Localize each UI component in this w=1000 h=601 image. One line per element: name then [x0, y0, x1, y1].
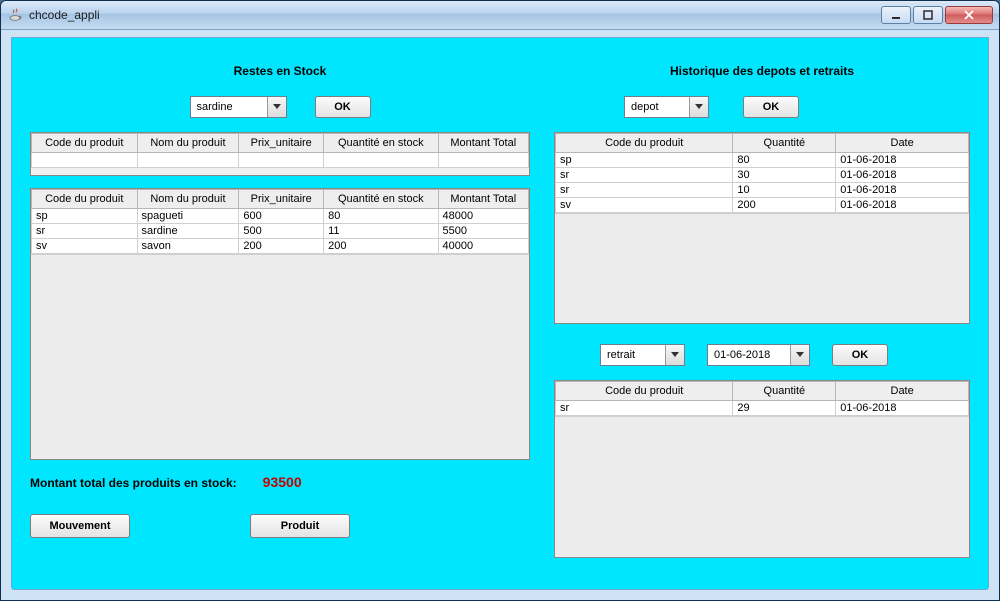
depot-history-table[interactable]: Code du produitQuantitéDate sp8001-06-20…: [554, 132, 970, 324]
maximize-button[interactable]: [913, 6, 943, 24]
history-title: Historique des depots et retraits: [554, 64, 970, 78]
column-header[interactable]: Montant Total: [438, 190, 529, 209]
table-cell[interactable]: 200: [239, 239, 324, 254]
table-row[interactable]: spspagueti6008048000: [32, 209, 529, 224]
table-cell[interactable]: sv: [556, 198, 733, 213]
table-cell[interactable]: 40000: [438, 239, 529, 254]
column-header[interactable]: Quantité en stock: [324, 134, 438, 153]
table-cell[interactable]: 500: [239, 224, 324, 239]
column-header[interactable]: Quantité: [733, 382, 836, 401]
depot-retrait-select-bottom-value: retrait: [601, 345, 665, 365]
table-cell[interactable]: sr: [556, 168, 733, 183]
history-top-ok-button[interactable]: OK: [743, 96, 799, 118]
date-select-value: 01-06-2018: [708, 345, 790, 365]
column-header[interactable]: Prix_unitaire: [239, 134, 324, 153]
table-cell[interactable]: 600: [239, 209, 324, 224]
chevron-down-icon: [689, 97, 708, 117]
column-header[interactable]: Date: [836, 382, 969, 401]
chevron-down-icon: [790, 345, 809, 365]
table-cell[interactable]: 30: [733, 168, 836, 183]
stock-filter-result-table[interactable]: Code du produitNom du produitPrix_unitai…: [30, 132, 530, 176]
stock-table[interactable]: Code du produitNom du produitPrix_unitai…: [30, 188, 530, 460]
retrait-history-table[interactable]: Code du produitQuantitéDate sr2901-06-20…: [554, 380, 970, 558]
table-cell[interactable]: sardine: [137, 224, 239, 239]
table-cell[interactable]: 200: [324, 239, 438, 254]
history-bottom-ok-button[interactable]: OK: [832, 344, 888, 366]
table-cell[interactable]: 48000: [438, 209, 529, 224]
column-header[interactable]: Code du produit: [32, 190, 138, 209]
column-header[interactable]: Quantité: [733, 134, 836, 153]
table-row[interactable]: sp8001-06-2018: [556, 153, 969, 168]
client-area: Restes en Stock sardine OK Code du prod: [11, 37, 989, 590]
window-title: chcode_appli: [29, 8, 881, 22]
close-icon: [963, 10, 975, 20]
table-row[interactable]: srsardine500115500: [32, 224, 529, 239]
minimize-button[interactable]: [881, 6, 911, 24]
minimize-icon: [891, 10, 901, 20]
table-cell[interactable]: 29: [733, 401, 836, 416]
column-header[interactable]: Nom du produit: [137, 190, 239, 209]
table-row[interactable]: sr3001-06-2018: [556, 168, 969, 183]
table-cell[interactable]: spagueti: [137, 209, 239, 224]
depot-retrait-select-top[interactable]: depot: [624, 96, 709, 118]
column-header[interactable]: Code du produit: [32, 134, 138, 153]
table-cell[interactable]: 11: [324, 224, 438, 239]
produit-button[interactable]: Produit: [250, 514, 350, 538]
column-header[interactable]: Nom du produit: [137, 134, 239, 153]
history-bottom-controls: retrait 01-06-2018 OK: [554, 344, 970, 366]
stock-filter-row: sardine OK: [30, 96, 530, 118]
chevron-down-icon: [665, 345, 684, 365]
column-header[interactable]: Prix_unitaire: [239, 190, 324, 209]
java-cup-icon: [7, 7, 23, 23]
stock-total-label: Montant total des produits en stock:: [30, 476, 237, 490]
table-cell[interactable]: 5500: [438, 224, 529, 239]
table-cell[interactable]: 01-06-2018: [836, 168, 969, 183]
table-cell[interactable]: 01-06-2018: [836, 401, 969, 416]
column-header[interactable]: Quantité en stock: [324, 190, 438, 209]
depot-retrait-select-top-value: depot: [625, 97, 689, 117]
table-cell[interactable]: 80: [733, 153, 836, 168]
titlebar[interactable]: chcode_appli: [1, 1, 999, 30]
history-top-controls: depot OK: [554, 96, 970, 118]
table-cell[interactable]: sv: [32, 239, 138, 254]
table-cell[interactable]: sr: [556, 183, 733, 198]
table-cell[interactable]: 01-06-2018: [836, 183, 969, 198]
table-cell[interactable]: savon: [137, 239, 239, 254]
table-cell[interactable]: 01-06-2018: [836, 198, 969, 213]
column-header[interactable]: Montant Total: [438, 134, 529, 153]
mouvement-button[interactable]: Mouvement: [30, 514, 130, 538]
date-select[interactable]: 01-06-2018: [707, 344, 810, 366]
product-select[interactable]: sardine: [190, 96, 287, 118]
table-row[interactable]: sr2901-06-2018: [556, 401, 969, 416]
table-cell[interactable]: sp: [556, 153, 733, 168]
depot-retrait-select-bottom[interactable]: retrait: [600, 344, 685, 366]
table-row[interactable]: sr1001-06-2018: [556, 183, 969, 198]
table-cell[interactable]: 200: [733, 198, 836, 213]
table-cell[interactable]: 80: [324, 209, 438, 224]
chevron-down-icon: [267, 97, 286, 117]
column-header[interactable]: Code du produit: [556, 134, 733, 153]
product-select-value: sardine: [191, 97, 267, 117]
stock-ok-button[interactable]: OK: [315, 96, 371, 118]
column-header[interactable]: Date: [836, 134, 969, 153]
stock-title: Restes en Stock: [30, 64, 530, 78]
table-cell[interactable]: sr: [32, 224, 138, 239]
window-frame: chcode_appli Restes en Stock: [0, 0, 1000, 601]
table-row[interactable]: svsavon20020040000: [32, 239, 529, 254]
close-button[interactable]: [945, 6, 993, 24]
table-row[interactable]: sv20001-06-2018: [556, 198, 969, 213]
column-header[interactable]: Code du produit: [556, 382, 733, 401]
table-cell[interactable]: sp: [32, 209, 138, 224]
window-control-buttons: [881, 6, 993, 24]
maximize-icon: [923, 10, 933, 20]
bottom-button-row: Mouvement Produit: [30, 514, 530, 538]
table-cell[interactable]: sr: [556, 401, 733, 416]
stock-total-row: Montant total des produits en stock: 935…: [30, 474, 530, 490]
stock-panel: Restes en Stock sardine OK Code du prod: [30, 50, 530, 573]
history-panel: Historique des depots et retraits depot …: [554, 50, 970, 573]
table-cell[interactable]: 01-06-2018: [836, 153, 969, 168]
table-cell[interactable]: 10: [733, 183, 836, 198]
stock-total-value: 93500: [263, 474, 302, 490]
